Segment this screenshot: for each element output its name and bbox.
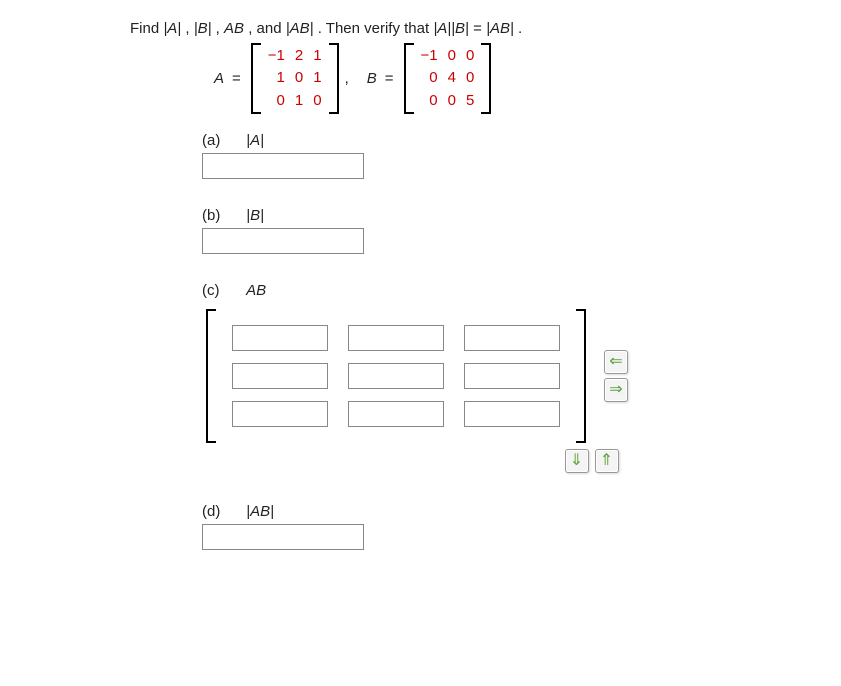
col-arrows: ⇐ ⇒: [604, 350, 628, 402]
part-d-label: (d) |AB|: [202, 503, 841, 520]
detA-input[interactable]: [202, 153, 364, 179]
B-1-0: 0: [416, 67, 443, 89]
detAB-input[interactable]: [202, 524, 364, 550]
A-1-1: 0: [290, 67, 308, 89]
remove-row-button[interactable]: ⇑: [595, 449, 619, 473]
B-1-1: 4: [443, 67, 461, 89]
B-0-0: −1: [416, 45, 443, 67]
A-2-0: 0: [263, 90, 290, 112]
AB-1-1-input[interactable]: [348, 363, 444, 389]
add-col-button[interactable]: ⇒: [604, 378, 628, 402]
AB-1-2-input[interactable]: [464, 363, 560, 389]
matrix-A: −121 101 010: [251, 43, 339, 114]
q-detA: |A|: [163, 20, 181, 37]
A-1-0: 1: [263, 67, 290, 89]
A-0-1: 2: [290, 45, 308, 67]
B-2-2: 5: [461, 90, 479, 112]
B-2-1: 0: [443, 90, 461, 112]
q-detAB: |AB|: [286, 20, 314, 37]
part-b-symbol: |B|: [246, 207, 264, 224]
A-1-2: 1: [308, 67, 326, 89]
equals-A: =: [230, 70, 251, 87]
AB-2-1-input[interactable]: [348, 401, 444, 427]
q-detAdetB: |A||B|: [433, 20, 469, 37]
q-AB: AB: [224, 20, 244, 37]
A-2-1: 1: [290, 90, 308, 112]
part-c-letter: (c): [202, 282, 242, 299]
part-a-label: (a) |A|: [202, 132, 841, 149]
q-eq: =: [473, 20, 486, 37]
equals-B: =: [383, 70, 404, 87]
part-b: (b) |B|: [202, 207, 841, 254]
B-2-0: 0: [416, 90, 443, 112]
arrow-left-icon: ⇐: [609, 354, 622, 370]
arrow-down-icon: ⇓: [570, 453, 583, 469]
q-detB: |B|: [194, 20, 212, 37]
A-2-2: 0: [308, 90, 326, 112]
arrow-right-icon: ⇒: [609, 382, 622, 398]
part-c: (c) AB: [202, 282, 841, 473]
matrices-definition: A = −121 101 010 , B = −100 040 005: [214, 43, 841, 114]
B-0-2: 0: [461, 45, 479, 67]
q-prefix: Find: [130, 20, 163, 37]
B-0-1: 0: [443, 45, 461, 67]
arrow-up-icon: ⇑: [600, 453, 613, 469]
B-1-2: 0: [461, 67, 479, 89]
q-sep2: ,: [216, 20, 224, 37]
q-sep3: , and: [248, 20, 286, 37]
A-0-0: −1: [263, 45, 290, 67]
q-detAB2: |AB|: [486, 20, 514, 37]
part-a: (a) |A|: [202, 132, 841, 179]
part-a-symbol: |A|: [246, 132, 264, 149]
detB-input[interactable]: [202, 228, 364, 254]
matrix-AB-input: [206, 309, 586, 443]
row-arrows: ⇓ ⇑: [342, 449, 841, 473]
AB-0-0-input[interactable]: [232, 325, 328, 351]
AB-2-2-input[interactable]: [464, 401, 560, 427]
question-text: Find |A| , |B| , AB , and |AB| . Then ve…: [130, 20, 841, 37]
q-mid: . Then verify that: [318, 20, 434, 37]
A-0-2: 1: [308, 45, 326, 67]
q-sep1: ,: [185, 20, 193, 37]
remove-col-button[interactable]: ⇐: [604, 350, 628, 374]
part-d-letter: (d): [202, 503, 242, 520]
part-b-label: (b) |B|: [202, 207, 841, 224]
matrix-entry-row: ⇐ ⇒: [206, 309, 841, 443]
matrix-B: −100 040 005: [404, 43, 492, 114]
label-B: B: [367, 70, 383, 87]
q-suffix: .: [518, 20, 522, 37]
label-A: A: [214, 70, 230, 87]
matrix-comma: ,: [339, 70, 367, 87]
AB-1-0-input[interactable]: [232, 363, 328, 389]
part-d: (d) |AB|: [202, 503, 841, 550]
add-row-button[interactable]: ⇓: [565, 449, 589, 473]
AB-2-0-input[interactable]: [232, 401, 328, 427]
part-a-letter: (a): [202, 132, 242, 149]
part-b-letter: (b): [202, 207, 242, 224]
AB-0-1-input[interactable]: [348, 325, 444, 351]
part-d-symbol: |AB|: [246, 503, 274, 520]
AB-0-2-input[interactable]: [464, 325, 560, 351]
part-c-symbol: AB: [246, 282, 266, 299]
part-c-label: (c) AB: [202, 282, 841, 299]
